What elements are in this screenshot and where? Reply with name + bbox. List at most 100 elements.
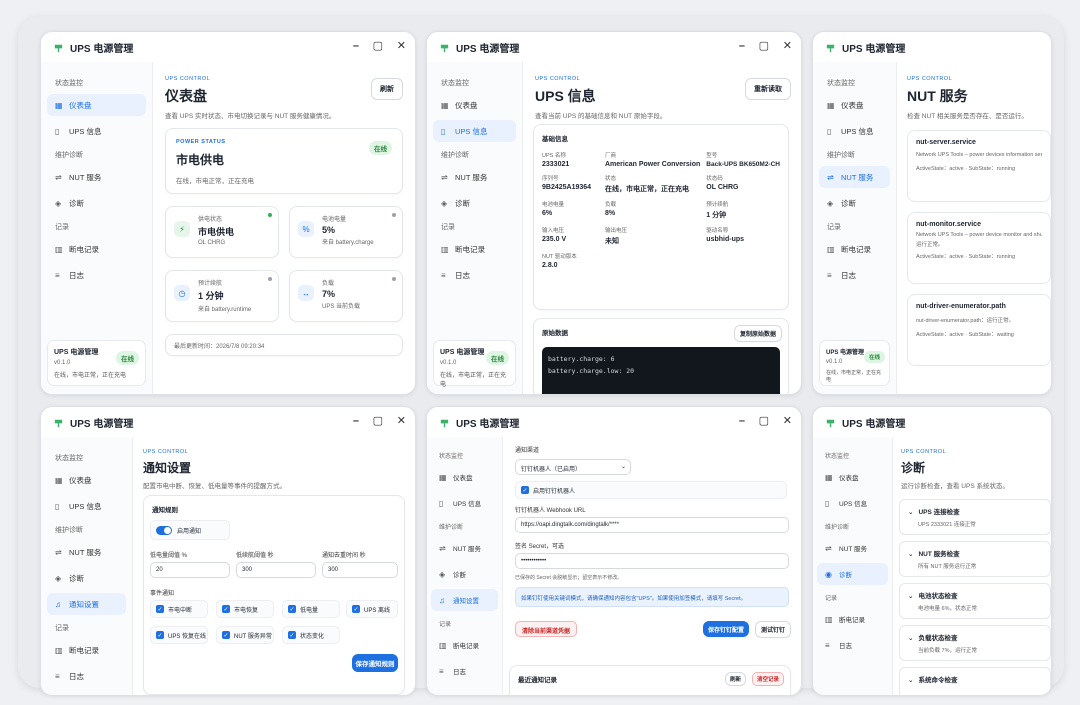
sidebar-item-diagnostics[interactable]: ◈ 诊断: [819, 192, 890, 214]
sidebar-item-dashboard[interactable]: ▦ 仪表盘: [431, 466, 498, 488]
enable-bot-checkbox[interactable]: ✓ 启用钉钉机器人: [515, 481, 787, 499]
minimize-icon[interactable]: –: [353, 40, 359, 52]
battery-icon: ▯: [825, 498, 830, 508]
sidebar-item-power-log[interactable]: ▥ 断电记录: [817, 608, 888, 630]
clear-credentials-button[interactable]: 清除当前渠道凭据: [515, 621, 578, 637]
reload-button[interactable]: 重新读取: [745, 78, 791, 100]
sidebar-item-ups-info[interactable]: ▯ UPS 信息: [819, 120, 890, 142]
diag-check[interactable]: ⌄ 电池状态检查 电池电量 6%，状态正常: [899, 583, 1051, 619]
secret-input[interactable]: ••••••••••••: [515, 553, 789, 569]
minimize-icon[interactable]: –: [353, 415, 359, 427]
sidebar-item-label: NUT 服务: [455, 172, 488, 182]
sidebar-item-nut[interactable]: ⇌ NUT 服务: [47, 541, 126, 563]
event-checkbox[interactable]: ✓ 市电中断: [150, 600, 208, 618]
event-checkbox[interactable]: ✓ UPS 恢复在线: [150, 626, 208, 644]
webhook-input[interactable]: https://oapi.dingtalk.com/dingtalk/****: [515, 517, 789, 533]
low-runtime-input[interactable]: 300: [236, 562, 316, 578]
sidebar-item-log[interactable]: ≡ 日志: [819, 264, 890, 286]
sidebar-item-ups-info[interactable]: ▯ UPS 信息: [47, 120, 146, 142]
close-icon[interactable]: ✕: [783, 415, 792, 427]
sidebar-item-log[interactable]: ≡ 日志: [47, 665, 126, 687]
sidebar-item-dashboard[interactable]: ▦ 仪表盘: [47, 469, 126, 491]
field-label: 负载: [604, 202, 616, 208]
sidebar-section-records: 记录: [441, 224, 455, 231]
channel-select[interactable]: 钉钉机器人（已启用） ⌄: [515, 459, 631, 475]
copy-raw-button[interactable]: 复制原始数据: [733, 325, 782, 342]
sidebar-item-dashboard[interactable]: ▦ 仪表盘: [817, 466, 888, 488]
close-icon[interactable]: ✕: [397, 40, 406, 52]
title-bar: UPS 电源管理 – ▢ ✕: [427, 32, 801, 62]
checkbox-icon: ✓: [288, 605, 296, 613]
event-checkbox[interactable]: ✓ 低电量: [282, 600, 340, 618]
sidebar-item-power-log[interactable]: ▥ 断电记录: [819, 238, 890, 260]
save-rules-button[interactable]: 保存通知规则: [352, 654, 398, 672]
cooldown-input[interactable]: 300: [322, 562, 398, 578]
diag-check[interactable]: ⌄ UPS 连接检查 UPS 2333021 连接正常: [899, 499, 1051, 535]
sidebar-item-diagnostics[interactable]: ◈ 诊断: [431, 563, 498, 585]
dashboard-window: UPS 电源管理 – ▢ ✕ 状态监控 ▦ 仪表盘 ▯ UPS 信息 维护诊断 ⇌ N…: [40, 31, 416, 395]
low-battery-input[interactable]: 20: [150, 562, 230, 578]
enable-notify-toggle[interactable]: 启用通知: [150, 520, 230, 540]
event-checkbox[interactable]: ✓ 状态变化: [282, 626, 340, 644]
sidebar-item-ups-info[interactable]: ▯ UPS 信息: [47, 495, 126, 517]
sidebar-item-nut[interactable]: ⇌ NUT 服务: [819, 166, 890, 188]
app-status-text: 在线，市电正常，正在充电: [826, 370, 882, 383]
sliders-icon: ⇌: [55, 547, 62, 557]
maximize-icon[interactable]: ▢: [759, 415, 769, 427]
maximize-icon[interactable]: ▢: [759, 40, 769, 52]
sidebar-item-power-log[interactable]: ▥ 断电记录: [47, 238, 146, 260]
sidebar-item-log[interactable]: ≡ 日志: [431, 660, 498, 682]
sidebar-item-diagnostics[interactable]: ◈ 诊断: [47, 192, 146, 214]
close-icon[interactable]: ✕: [397, 415, 406, 427]
sidebar-item-label: NUT 服务: [453, 546, 482, 553]
minimize-icon[interactable]: –: [739, 40, 745, 52]
sidebar-item-ups-info[interactable]: ▯ UPS 信息: [431, 492, 498, 514]
dashboard-icon: ▦: [825, 472, 833, 482]
sidebar-item-log[interactable]: ≡ 日志: [47, 264, 146, 286]
sidebar-item-nut[interactable]: ⇌ NUT 服务: [433, 166, 516, 188]
diag-check[interactable]: ⌄ NUT 服务检查 所有 NUT 服务运行正常: [899, 541, 1051, 577]
sidebar-item-diagnostics[interactable]: ◈ 诊断: [433, 192, 516, 214]
maximize-icon[interactable]: ▢: [373, 415, 383, 427]
save-channel-button[interactable]: 保存钉钉配置: [703, 621, 749, 637]
diagnostics-window: UPS 电源管理 状态监控 ▦ 仪表盘 ▯ UPS 信息 维护诊断 ⇌ NUT 服务 …: [812, 406, 1052, 696]
low-runtime-label: 低续航阈值 秒: [236, 553, 274, 559]
event-checkbox[interactable]: ✓ NUT 服务异常: [216, 626, 274, 644]
sidebar-item-dashboard[interactable]: ▦ 仪表盘: [47, 94, 146, 116]
refresh-button[interactable]: 刷新: [371, 78, 403, 100]
sidebar-item-nut[interactable]: ⇌ NUT 服务: [431, 537, 498, 559]
sidebar-item-power-log[interactable]: ▥ 断电记录: [433, 238, 516, 260]
field-runtime: 预计续航 1 分钟: [706, 200, 780, 220]
sidebar-item-dashboard[interactable]: ▦ 仪表盘: [819, 94, 890, 116]
sidebar-item-diagnostics[interactable]: ◉ 诊断: [817, 563, 888, 585]
check-desc: 所有 NUT 服务运行正常: [918, 564, 977, 570]
test-channel-button[interactable]: 测试钉钉: [755, 621, 792, 638]
sidebar-item-log[interactable]: ≡ 日志: [817, 634, 888, 656]
check-title: ⌄ UPS 连接检查: [908, 506, 1042, 516]
event-checkbox[interactable]: ✓ 市电恢复: [216, 600, 274, 618]
check-title-text: NUT 服务检查: [918, 551, 960, 558]
diag-check[interactable]: ⌄ 系统命令检查: [899, 667, 1051, 695]
sidebar-item-notify[interactable]: ♫ 通知设置: [431, 589, 498, 611]
refresh-log-button[interactable]: 刷新: [724, 672, 746, 686]
maximize-icon[interactable]: ▢: [373, 40, 383, 52]
sidebar-item-dashboard[interactable]: ▦ 仪表盘: [433, 94, 516, 116]
minimize-icon[interactable]: –: [739, 415, 745, 427]
close-icon[interactable]: ✕: [783, 40, 792, 52]
status-dot: [392, 277, 396, 281]
sidebar-item-power-log[interactable]: ▥ 断电记录: [47, 639, 126, 661]
sidebar-item-log[interactable]: ≡ 日志: [433, 264, 516, 286]
event-checkbox[interactable]: ✓ UPS 离线: [346, 600, 398, 618]
sidebar-item-power-log[interactable]: ▥ 断电记录: [431, 634, 498, 656]
diag-check[interactable]: ⌄ 负载状态检查 当前负载 7%，运行正常: [899, 625, 1051, 661]
service-card: nut-driver-enumerator.path nut-driver-en…: [907, 294, 1051, 366]
sidebar-item-ups-info[interactable]: ▯ UPS 信息: [433, 120, 516, 142]
clear-log-button[interactable]: 清空记录: [751, 672, 784, 686]
sidebar-item-diagnostics[interactable]: ◈ 诊断: [47, 567, 126, 589]
sidebar-item-notify[interactable]: ♫ 通知设置: [47, 593, 126, 615]
sidebar-item-nut[interactable]: ⇌ NUT 服务: [817, 537, 888, 559]
sidebar-item-ups-info[interactable]: ▯ UPS 信息: [817, 492, 888, 514]
app-logo-icon: [440, 44, 449, 52]
sidebar-item-nut[interactable]: ⇌ NUT 服务: [47, 166, 146, 188]
notify-rules-card: 通知规则 启用通知 低电量阈值 % 20 低续航阈值 秒 300 通知去重时间 …: [143, 495, 405, 695]
